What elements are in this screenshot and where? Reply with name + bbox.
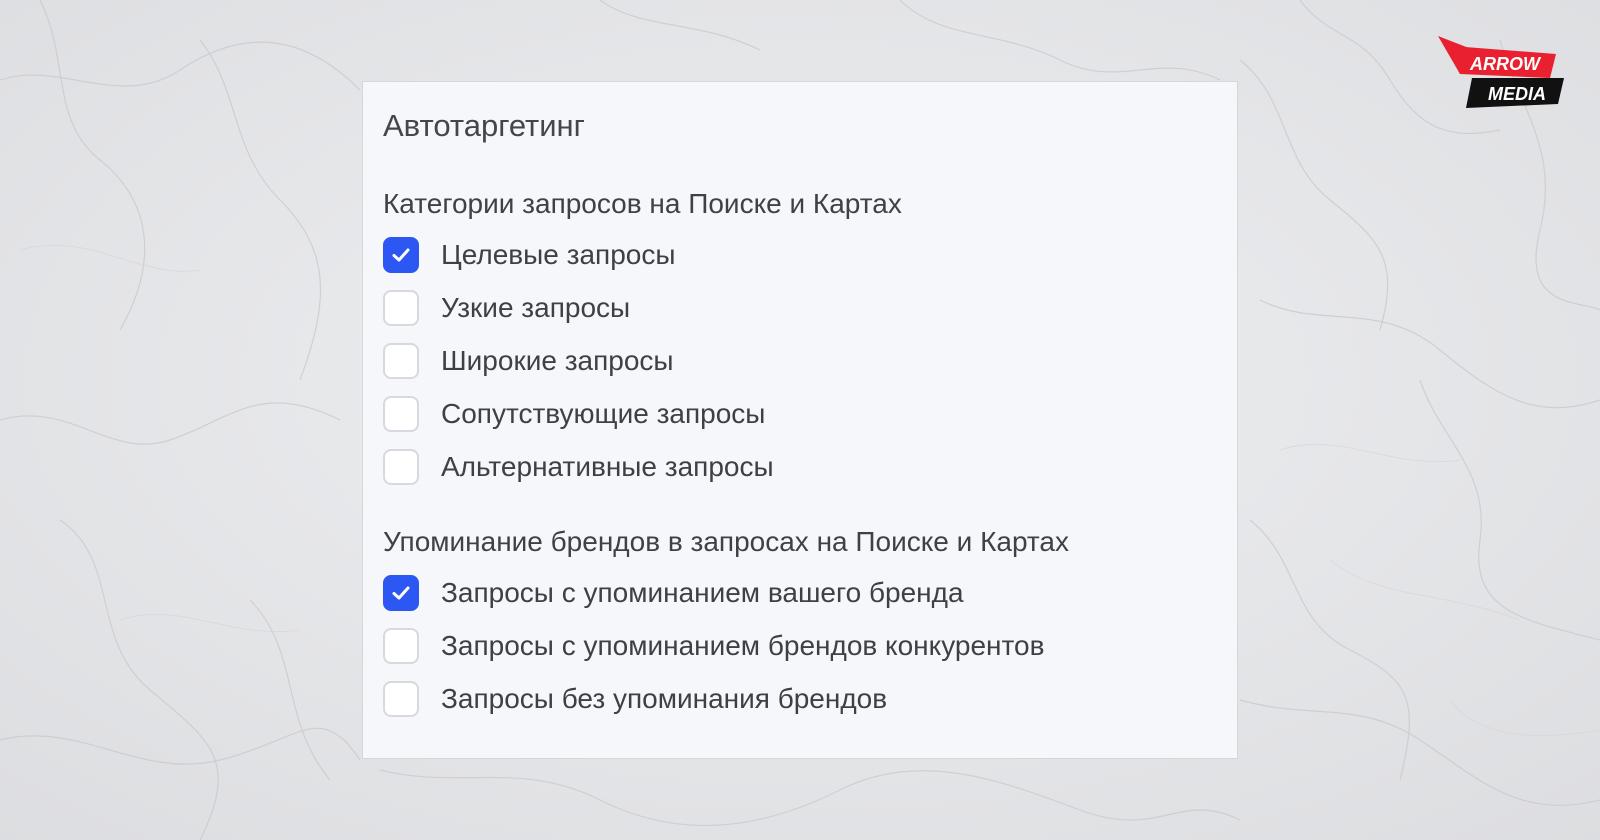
option-narrow-queries[interactable]: Узкие запросы — [383, 281, 1217, 334]
checkbox-target-queries[interactable] — [383, 236, 419, 273]
check-icon — [392, 248, 410, 261]
checkbox-competitor-brand-queries[interactable] — [383, 627, 419, 664]
checkbox-related-queries[interactable] — [383, 395, 419, 432]
logo-text-arrow: ARROW — [1469, 54, 1542, 74]
option-label: Сопутствующие запросы — [441, 397, 766, 429]
check-icon — [392, 586, 410, 599]
section-title-query-categories: Категории запросов на Поиске и Картах — [383, 188, 902, 219]
checkbox-broad-queries[interactable] — [383, 342, 419, 379]
checkbox-narrow-queries[interactable] — [383, 289, 419, 326]
option-label: Широкие запросы — [441, 344, 674, 376]
section-brand-mentions: Упоминание брендов в запросах на Поиске … — [383, 524, 1217, 725]
checkbox-no-brand-queries[interactable] — [383, 680, 419, 717]
option-no-brand-queries[interactable]: Запросы без упоминания брендов — [383, 672, 1217, 725]
option-own-brand-queries[interactable]: Запросы с упоминанием вашего бренда — [383, 566, 1217, 619]
option-related-queries[interactable]: Сопутствующие запросы — [383, 387, 1217, 440]
panel-title: Автотаргетинг — [383, 108, 585, 143]
brand-mentions-list: Запросы с упоминанием вашего бренда Запр… — [383, 566, 1217, 725]
option-label: Узкие запросы — [441, 291, 631, 323]
query-categories-list: Целевые запросы Узкие запросы Широкие за… — [383, 228, 1217, 493]
arrow-media-logo: ARROW MEDIA — [1438, 34, 1568, 114]
option-label: Целевые запросы — [441, 238, 676, 270]
option-target-queries[interactable]: Целевые запросы — [383, 228, 1217, 281]
checkbox-own-brand-queries[interactable] — [383, 574, 419, 611]
section-query-categories: Категории запросов на Поиске и Картах Це… — [383, 186, 1217, 493]
option-label: Запросы без упоминания брендов — [441, 682, 888, 714]
autotargeting-panel: Автотаргетинг Категории запросов на Поис… — [363, 82, 1237, 758]
option-label: Запросы с упоминанием брендов конкуренто… — [441, 629, 1045, 661]
logo-text-media: MEDIA — [1488, 84, 1546, 104]
option-label: Альтернативные запросы — [441, 450, 774, 482]
option-alternative-queries[interactable]: Альтернативные запросы — [383, 440, 1217, 493]
option-competitor-brand-queries[interactable]: Запросы с упоминанием брендов конкуренто… — [383, 619, 1217, 672]
section-title-brand-mentions: Упоминание брендов в запросах на Поиске … — [383, 526, 1069, 557]
option-label: Запросы с упоминанием вашего бренда — [441, 576, 964, 608]
checkbox-alternative-queries[interactable] — [383, 448, 419, 485]
option-broad-queries[interactable]: Широкие запросы — [383, 334, 1217, 387]
